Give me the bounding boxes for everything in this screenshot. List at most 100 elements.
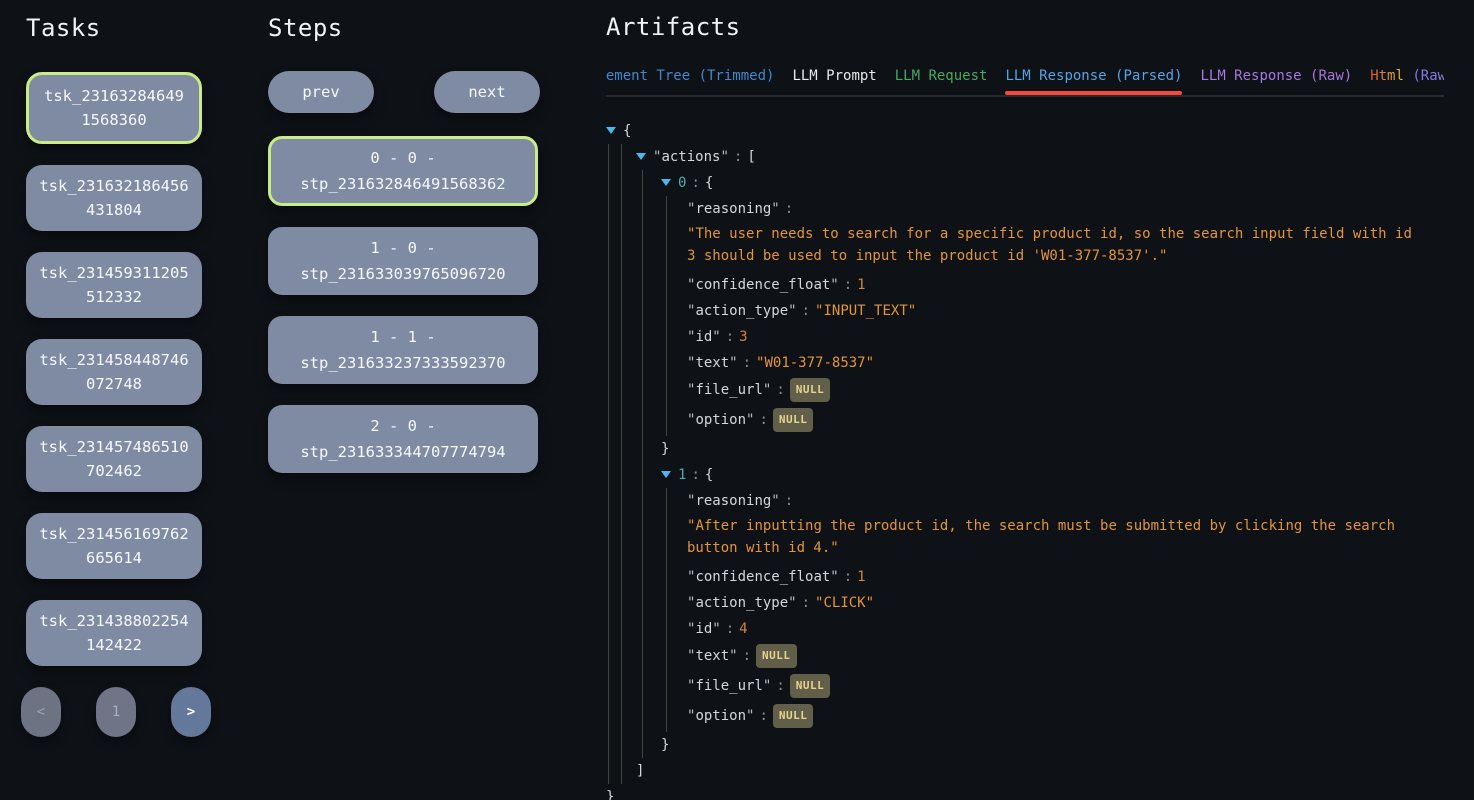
json-colon: : <box>759 708 767 724</box>
collapse-triangle-icon[interactable] <box>661 471 671 478</box>
json-open-brace: { <box>623 123 631 139</box>
json-key: confidence_float <box>687 569 839 585</box>
json-actions-row: actions:[ <box>636 144 1444 170</box>
json-colon: : <box>776 382 784 398</box>
tasks-pagination: < 1 > <box>21 687 211 737</box>
json-colon: : <box>726 329 734 345</box>
tab-html-raw-label-html: Html <box>1370 68 1404 84</box>
json-string-value: The user needs to search for a specific … <box>687 223 1413 267</box>
json-level-3: reasoning: After inputting the product i… <box>666 488 1444 732</box>
json-string-value: CLICK <box>815 595 874 611</box>
pagination-prev-button[interactable]: < <box>21 687 61 737</box>
json-close-brace-row: } <box>661 436 1444 462</box>
json-key: id <box>687 329 721 345</box>
task-item[interactable]: tsk_231456169762665614 <box>26 513 202 579</box>
json-number-value: 1 <box>857 277 865 293</box>
json-key: actions <box>653 149 729 165</box>
json-close-bracket: ] <box>636 763 644 779</box>
json-colon: : <box>776 678 784 694</box>
json-colon: : <box>743 648 751 664</box>
json-key: option <box>687 708 754 724</box>
json-key: file_url <box>687 678 771 694</box>
json-colon: : <box>785 201 793 217</box>
pagination-next-button[interactable]: > <box>171 687 211 737</box>
json-field-reasoning: reasoning: <box>687 196 1444 222</box>
json-colon: : <box>802 303 810 319</box>
json-key: confidence_float <box>687 277 839 293</box>
tab-html-raw-label-raw: (Raw) <box>1404 68 1444 84</box>
json-field-confidence-float: confidence_float:1 <box>687 564 1444 590</box>
collapse-triangle-icon[interactable] <box>636 153 646 160</box>
pagination-page-1-button[interactable]: 1 <box>96 687 136 737</box>
tab-llm-response-raw[interactable]: LLM Response (Raw) <box>1200 68 1352 95</box>
tab-element-tree-trimmed[interactable]: Element Tree (Trimmed) <box>606 68 774 95</box>
prev-step-button[interactable]: prev <box>268 71 374 113</box>
json-field-file-url: file_url: NULL <box>687 672 1444 702</box>
tab-llm-prompt[interactable]: LLM Prompt <box>792 68 876 95</box>
json-key: text <box>687 355 738 371</box>
json-number-value: 4 <box>739 621 747 637</box>
json-number-value: 1 <box>857 569 865 585</box>
json-field-text: text:NULL <box>687 642 1444 672</box>
json-level-2: 0:{ reasoning: The user needs to search … <box>642 170 1444 758</box>
json-key: id <box>687 621 721 637</box>
task-item[interactable]: tsk_231438802254142422 <box>26 600 202 666</box>
json-viewer: { actions:[ 0:{ reasoning: The user need… <box>606 118 1444 800</box>
json-colon: : <box>785 493 793 509</box>
step-item[interactable]: 1 - 1 - stp_231633237333592370 <box>268 316 538 384</box>
null-badge: NULL <box>773 408 814 432</box>
null-badge: NULL <box>773 704 814 728</box>
json-close-bracket-row: ] <box>636 758 1444 784</box>
step-item[interactable]: 1 - 0 - stp_231633039765096720 <box>268 227 538 295</box>
null-badge: NULL <box>790 674 831 698</box>
step-item[interactable]: 2 - 0 - stp_231633344707774794 <box>268 405 538 473</box>
next-step-button[interactable]: next <box>434 71 540 113</box>
task-item[interactable]: tsk_231458448746072748 <box>26 339 202 405</box>
json-key: reasoning <box>687 493 780 509</box>
null-badge: NULL <box>756 644 797 668</box>
json-item-0-row: 0:{ <box>661 170 1444 196</box>
json-field-confidence-float: confidence_float:1 <box>687 272 1444 298</box>
json-key: action_type <box>687 303 797 319</box>
json-colon: : <box>844 569 852 585</box>
tab-llm-response-parsed[interactable]: LLM Response (Parsed) <box>1005 68 1182 95</box>
collapse-triangle-icon[interactable] <box>661 179 671 186</box>
step-item-selected[interactable]: 0 - 0 - stp_231632846491568362 <box>268 136 538 206</box>
json-root-row: { <box>606 118 1444 144</box>
tab-html-raw[interactable]: Html (Raw) <box>1370 68 1444 95</box>
json-colon: : <box>759 412 767 428</box>
json-open-brace: { <box>705 467 713 483</box>
task-list: tsk_231632846491568360 tsk_2316321864564… <box>26 72 202 666</box>
json-key: option <box>687 412 754 428</box>
json-colon: : <box>844 277 852 293</box>
json-colon: : <box>726 621 734 637</box>
json-string-value: After inputting the product id, the sear… <box>687 515 1413 559</box>
task-item[interactable]: tsk_231457486510702462 <box>26 426 202 492</box>
json-field-action-type: action_type:INPUT_TEXT <box>687 298 1444 324</box>
task-item[interactable]: tsk_231632186456431804 <box>26 165 202 231</box>
json-colon: : <box>691 467 699 483</box>
step-list: 0 - 0 - stp_231632846491568362 1 - 0 - s… <box>268 136 540 473</box>
steps-panel: Steps prev next 0 - 0 - stp_231632846491… <box>268 14 540 494</box>
json-close-brace: } <box>661 737 669 753</box>
json-field-action-type: action_type: CLICK <box>687 590 1444 616</box>
json-key: action_type <box>687 595 797 611</box>
json-open-brace: { <box>705 175 713 191</box>
json-field-text: text:W01-377-8537 <box>687 350 1444 376</box>
json-root-close-row: } <box>606 784 1444 800</box>
json-number-value: 3 <box>739 329 747 345</box>
json-field-file-url: file_url:NULL <box>687 376 1444 406</box>
json-field-id: id:3 <box>687 324 1444 350</box>
json-colon: : <box>802 595 810 611</box>
task-item-selected[interactable]: tsk_231632846491568360 <box>26 72 202 144</box>
steps-title: Steps <box>268 14 540 42</box>
artifacts-title: Artifacts <box>606 13 1444 41</box>
task-item[interactable]: tsk_231459311205512332 <box>26 252 202 318</box>
null-badge: NULL <box>790 378 831 402</box>
collapse-triangle-icon[interactable] <box>606 127 616 134</box>
json-colon: : <box>743 355 751 371</box>
tab-llm-request[interactable]: LLM Request <box>895 68 988 95</box>
json-field-option: option: NULL <box>687 702 1444 732</box>
tasks-panel: Tasks tsk_231632846491568360 tsk_2316321… <box>26 14 202 737</box>
json-close-brace: } <box>661 441 669 457</box>
